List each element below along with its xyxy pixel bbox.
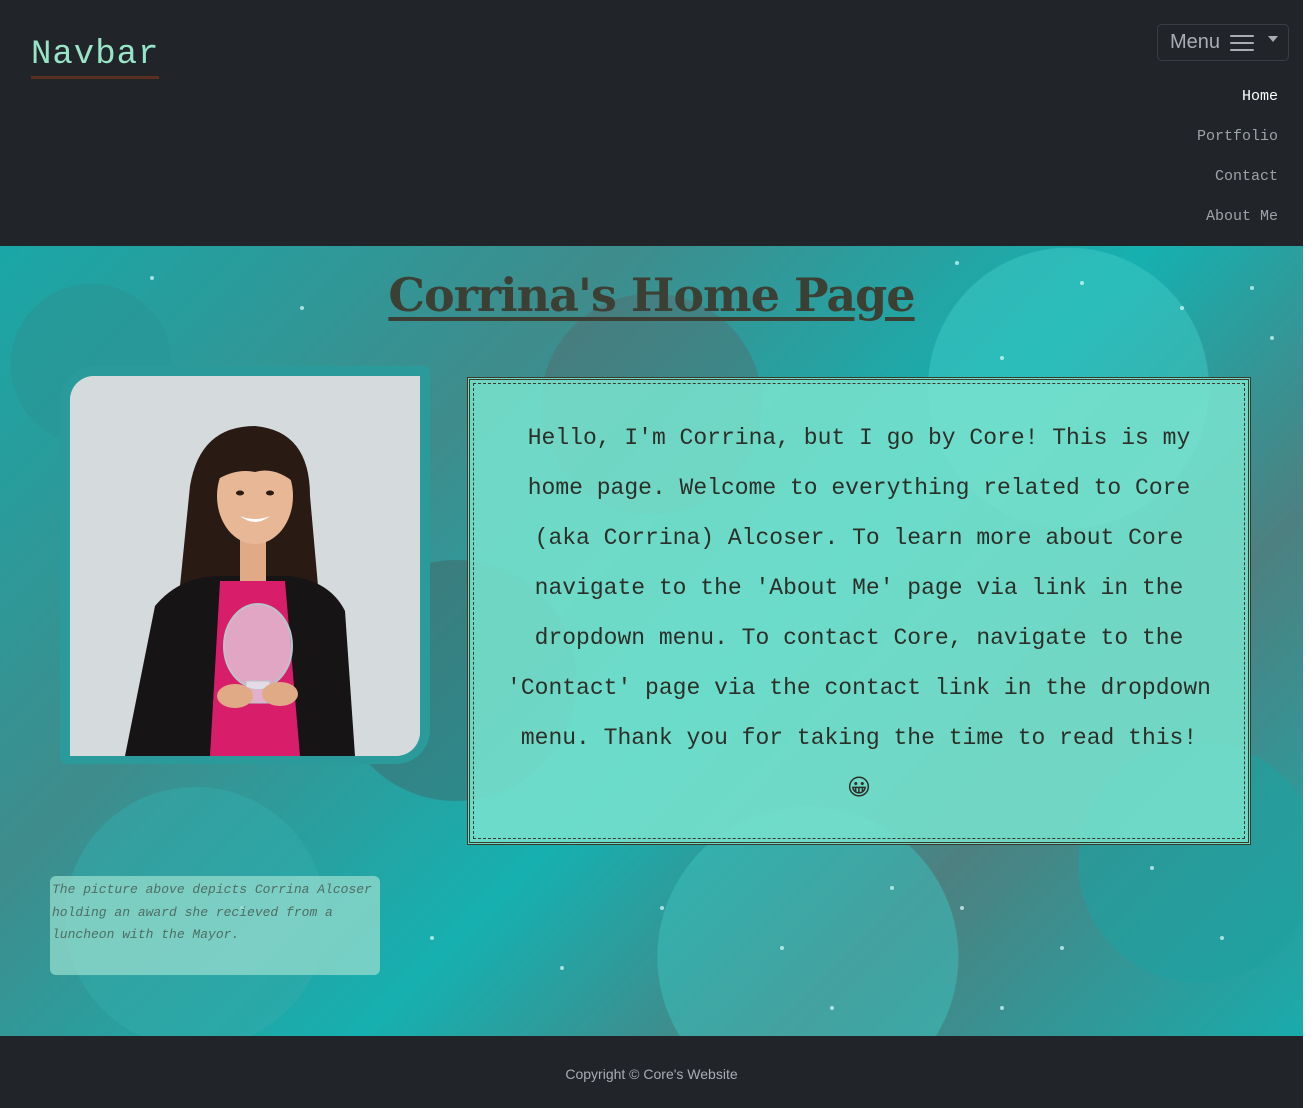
profile-photo <box>70 376 420 756</box>
nav-link-about-me[interactable]: About Me <box>1197 206 1278 246</box>
footer: Copyright © Core's Website <box>0 1036 1303 1108</box>
hamburger-icon <box>1230 33 1255 53</box>
navbar-brand[interactable]: Navbar <box>31 36 160 79</box>
grinning-face-icon: 😀 <box>847 775 871 801</box>
chevron-down-icon <box>1268 35 1279 42</box>
footer-copyright: Copyright © Core's Website <box>565 1066 738 1082</box>
nav-link-portfolio[interactable]: Portfolio <box>1197 126 1278 166</box>
intro-text-box: Hello, I'm Corrina, but I go by Core! Th… <box>467 377 1251 845</box>
photo-caption: The picture above depicts Corrina Alcose… <box>52 882 372 942</box>
nav-link-contact[interactable]: Contact <box>1197 166 1278 206</box>
page-title: Corrina's Home Page <box>388 268 915 322</box>
intro-paragraph: Hello, I'm Corrina, but I go by Core! Th… <box>506 413 1212 814</box>
navbar: Navbar Menu Home Portfolio Contact About… <box>0 0 1303 246</box>
photo-caption-box: The picture above depicts Corrina Alcose… <box>50 876 380 975</box>
menu-label: Menu <box>1170 31 1221 53</box>
page-edge <box>1303 0 1315 1108</box>
nav-links: Home Portfolio Contact About Me <box>1197 86 1278 246</box>
menu-toggle-button[interactable]: Menu <box>1157 24 1289 61</box>
nav-link-home[interactable]: Home <box>1197 86 1278 126</box>
intro-text: Hello, I'm Corrina, but I go by Core! Th… <box>507 425 1211 751</box>
